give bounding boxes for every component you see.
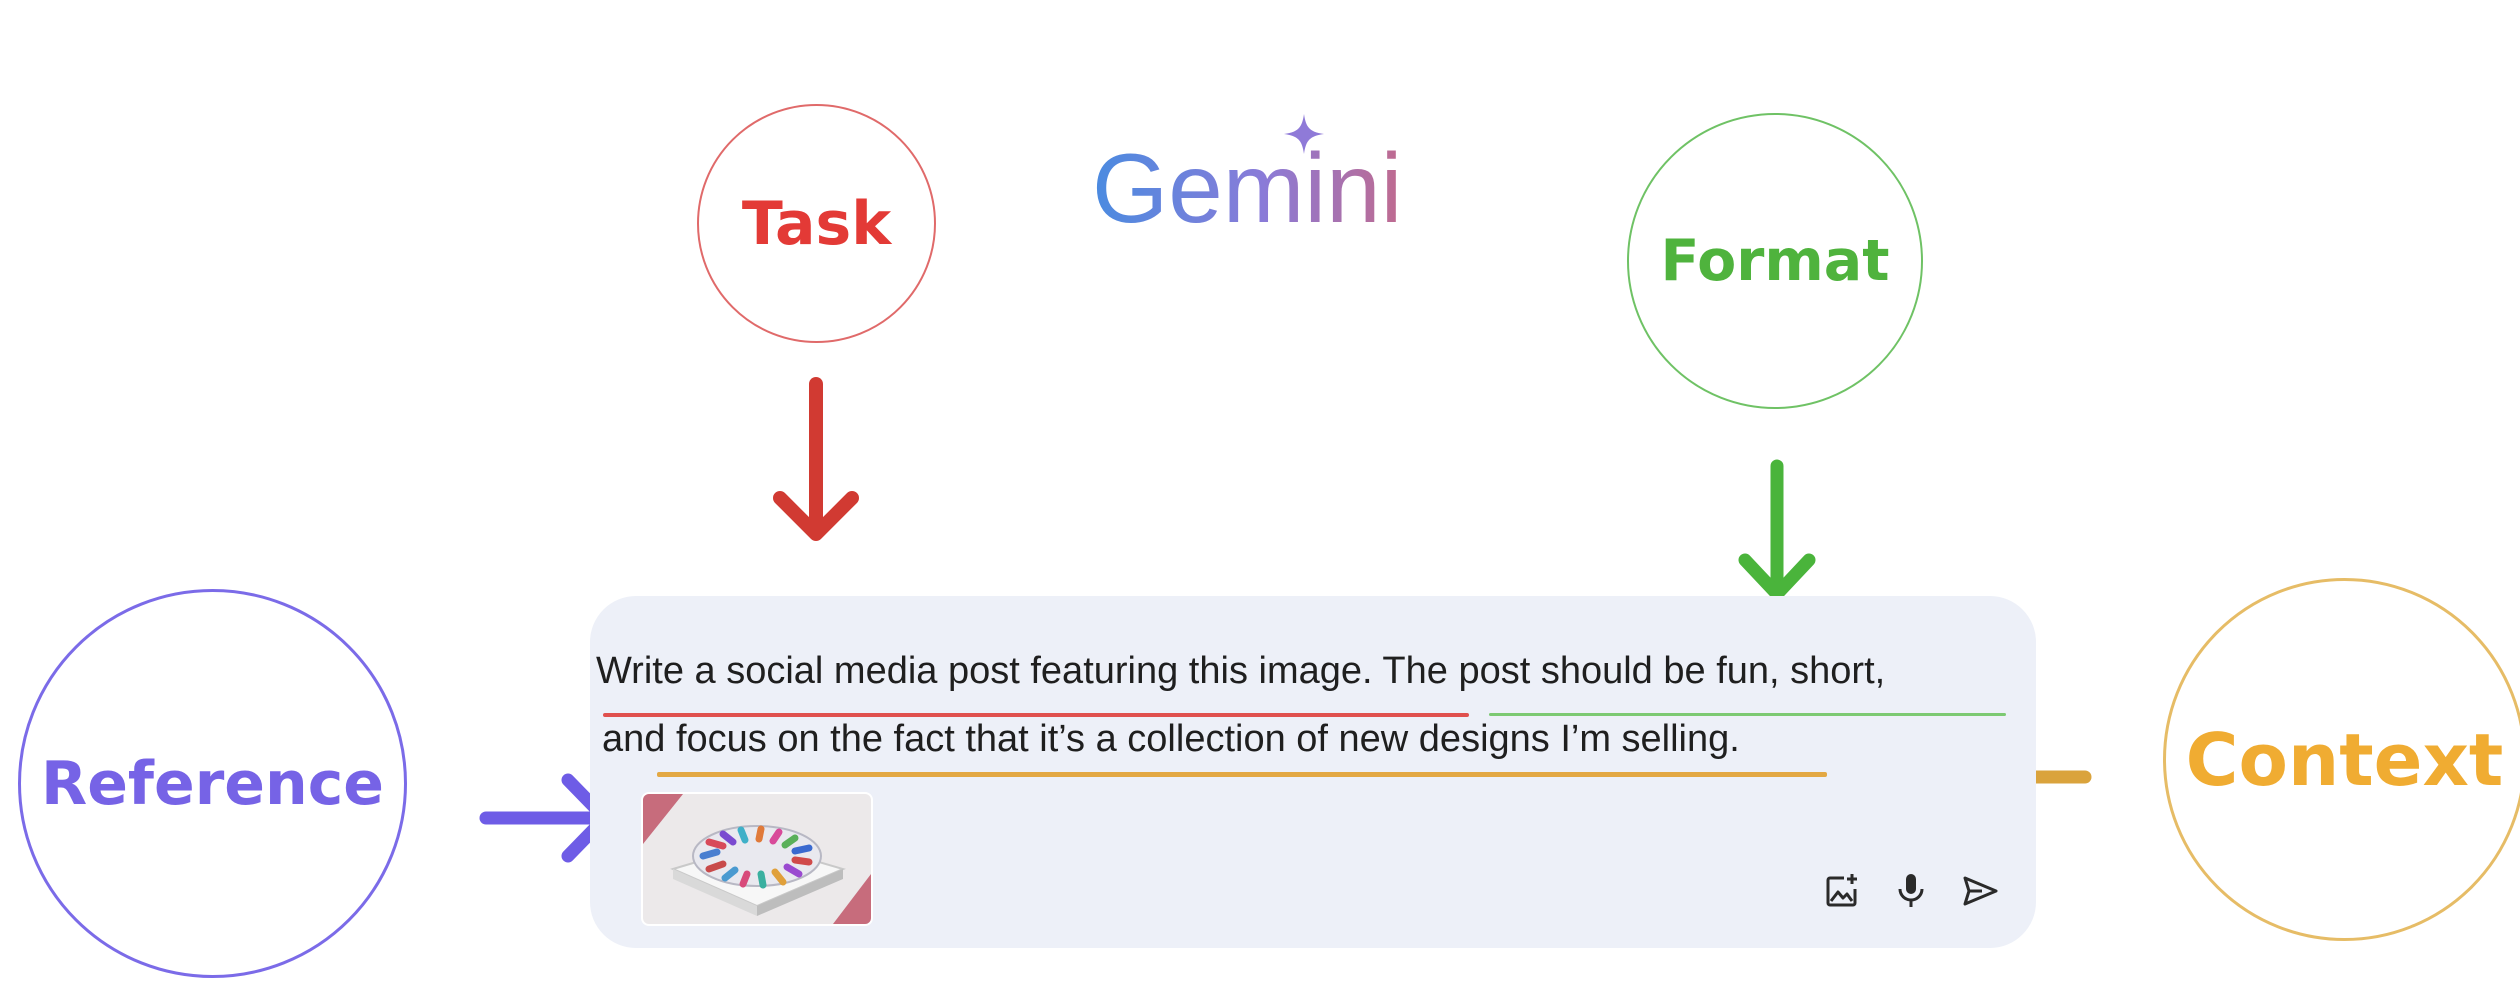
- context-label: Context: [2185, 717, 2504, 802]
- microphone-icon[interactable]: [1889, 869, 1933, 913]
- format-underline: [1489, 713, 2006, 716]
- context-circle: Context: [2163, 578, 2520, 941]
- reference-label: Reference: [41, 748, 384, 819]
- reference-circle: Reference: [18, 589, 407, 978]
- format-label: Format: [1660, 228, 1890, 294]
- context-underline: [657, 772, 1827, 777]
- format-circle: Format: [1627, 113, 1923, 409]
- task-label: Task: [741, 188, 892, 259]
- task-arrow: [773, 377, 859, 541]
- add-image-icon[interactable]: [1820, 869, 1864, 913]
- attached-image-thumbnail[interactable]: [643, 794, 871, 924]
- task-underline: [603, 713, 1469, 717]
- prompt-text-line-1[interactable]: Write a social media post featuring this…: [596, 650, 1885, 693]
- gemini-logo: Gemini: [1092, 114, 1402, 238]
- task-circle: Task: [697, 104, 936, 343]
- gemini-logo-text: Gemini: [1092, 133, 1402, 238]
- reference-arrow: [479, 773, 612, 863]
- format-arrow: [1738, 459, 1816, 601]
- send-icon[interactable]: [1958, 869, 2002, 913]
- prompt-text-line-2[interactable]: and focus on the fact that it’s a collec…: [602, 718, 1740, 761]
- nail-collection-image: [643, 794, 871, 924]
